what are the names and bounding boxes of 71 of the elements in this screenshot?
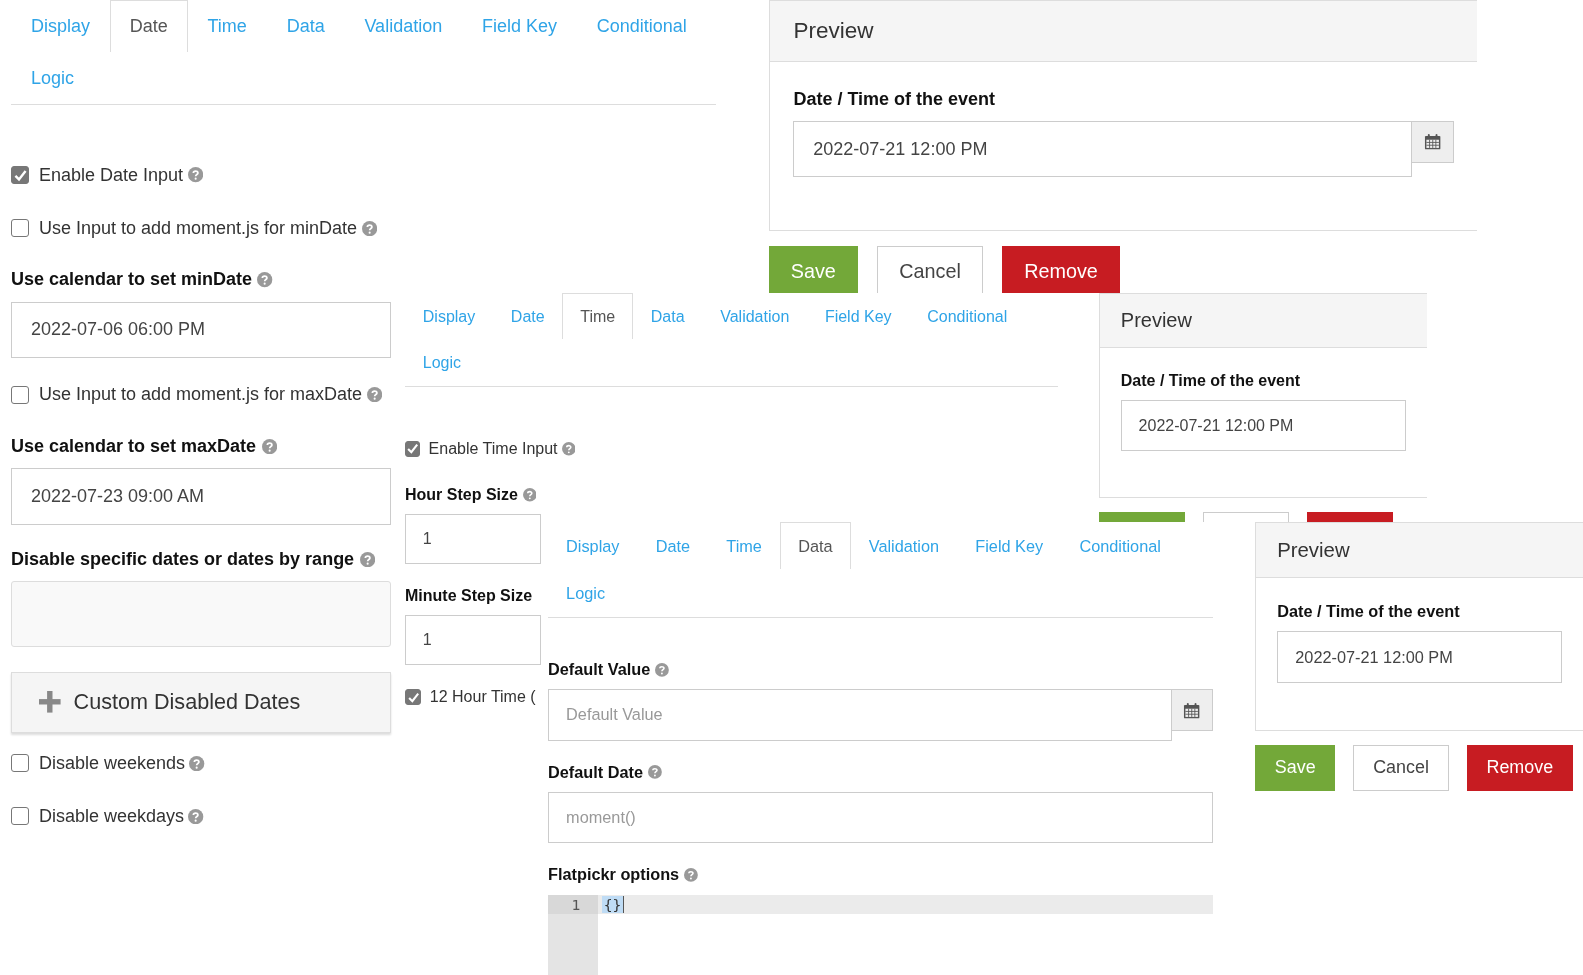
text-field[interactable]: 2022-07-06 06:00 PM (11, 301, 391, 359)
field-label: Default Value (548, 660, 651, 680)
field-label: Disable specific dates or dates by range (11, 549, 355, 571)
checkbox[interactable] (11, 754, 29, 773)
tab[interactable]: Time (562, 293, 633, 340)
tab[interactable]: Conditional (576, 0, 707, 53)
checkbox-label: 12 Hour Time ( (429, 688, 536, 707)
checkbox-label: Use Input to add moment.js for maxDate (38, 384, 363, 406)
checkbox[interactable] (11, 166, 29, 185)
text-field[interactable]: 1 (405, 614, 541, 666)
checkbox-label: Disable weekdays (38, 805, 184, 827)
calendar-icon (1183, 701, 1201, 719)
code-text: {} (602, 895, 624, 913)
tab[interactable]: Validation (344, 0, 463, 53)
tab[interactable]: Display (405, 293, 494, 340)
field-label: Date / Time of the event (1120, 372, 1301, 391)
tab[interactable]: Display (548, 522, 638, 570)
tab[interactable]: Data (780, 522, 851, 570)
panel-title: Preview (793, 18, 874, 45)
tab[interactable]: Conditional (1061, 522, 1179, 570)
calendar-icon (1423, 133, 1442, 151)
checkbox[interactable] (11, 385, 29, 404)
tab[interactable]: Field Key (957, 522, 1062, 570)
plus-icon (39, 691, 61, 713)
tab[interactable]: Logic (405, 339, 479, 386)
tab[interactable]: Data (266, 0, 345, 53)
text-field[interactable]: moment() (548, 791, 1213, 844)
remove-button[interactable]: Remove (1466, 744, 1573, 791)
field-label: Date / Time of the event (1277, 602, 1460, 622)
field-label: Use calendar to set minDate (11, 269, 253, 291)
text-field[interactable]: 1 (405, 513, 541, 565)
calendar-button[interactable] (1412, 120, 1454, 163)
checkbox[interactable] (11, 219, 29, 238)
panel-header[interactable]: Custom Disabled Dates (11, 671, 391, 733)
panel-title: Preview (1277, 538, 1350, 562)
code-editor[interactable]: 1 {} (548, 894, 1213, 975)
text-field[interactable]: 2022-07-21 12:00 PM (1120, 400, 1407, 451)
field-label: Date / Time of the event (793, 88, 996, 110)
field-label: Default Date (548, 762, 643, 782)
tab[interactable]: Time (708, 522, 781, 570)
tab[interactable]: Logic (548, 569, 624, 617)
checkbox-label: Use Input to add moment.js for minDate (38, 217, 358, 239)
field-label: Flatpickr options (548, 865, 680, 885)
date-field[interactable]: Default Value (548, 689, 1172, 741)
tab[interactable]: Display (11, 0, 110, 53)
tab[interactable]: Date (109, 0, 188, 53)
checkbox-label: Disable weekends (38, 752, 185, 774)
checkbox[interactable] (405, 440, 420, 457)
tab[interactable]: Data (633, 293, 703, 340)
panel-title: Custom Disabled Dates (73, 689, 301, 716)
checkbox-label: Enable Time Input (428, 439, 558, 458)
tab[interactable]: Field Key (462, 0, 577, 53)
tab[interactable]: Validation (850, 522, 958, 570)
tab[interactable]: Time (187, 0, 267, 53)
tab[interactable]: Date (493, 293, 563, 340)
checkbox-label: Enable Date Input (38, 164, 183, 186)
field-label: Use calendar to set maxDate (11, 435, 257, 457)
checkbox[interactable] (405, 689, 421, 706)
text-field[interactable]: 2022-07-21 12:00 PM (1277, 631, 1562, 683)
date-field[interactable]: 2022-07-21 12:00 PM (793, 120, 1413, 178)
tab[interactable]: Date (637, 522, 709, 570)
field-label: Minute Step Size (405, 586, 533, 605)
save-button[interactable]: Save (1255, 744, 1336, 791)
line-number: 1 (548, 894, 598, 915)
panel-title: Preview (1120, 309, 1192, 333)
calendar-button[interactable] (1171, 689, 1213, 732)
text-field[interactable]: 2022-07-23 09:00 AM (11, 468, 391, 525)
field-label: Hour Step Size (405, 485, 518, 504)
tab[interactable]: Logic (11, 52, 94, 105)
checkbox[interactable] (11, 807, 29, 826)
cancel-button[interactable]: Cancel (1353, 744, 1449, 791)
